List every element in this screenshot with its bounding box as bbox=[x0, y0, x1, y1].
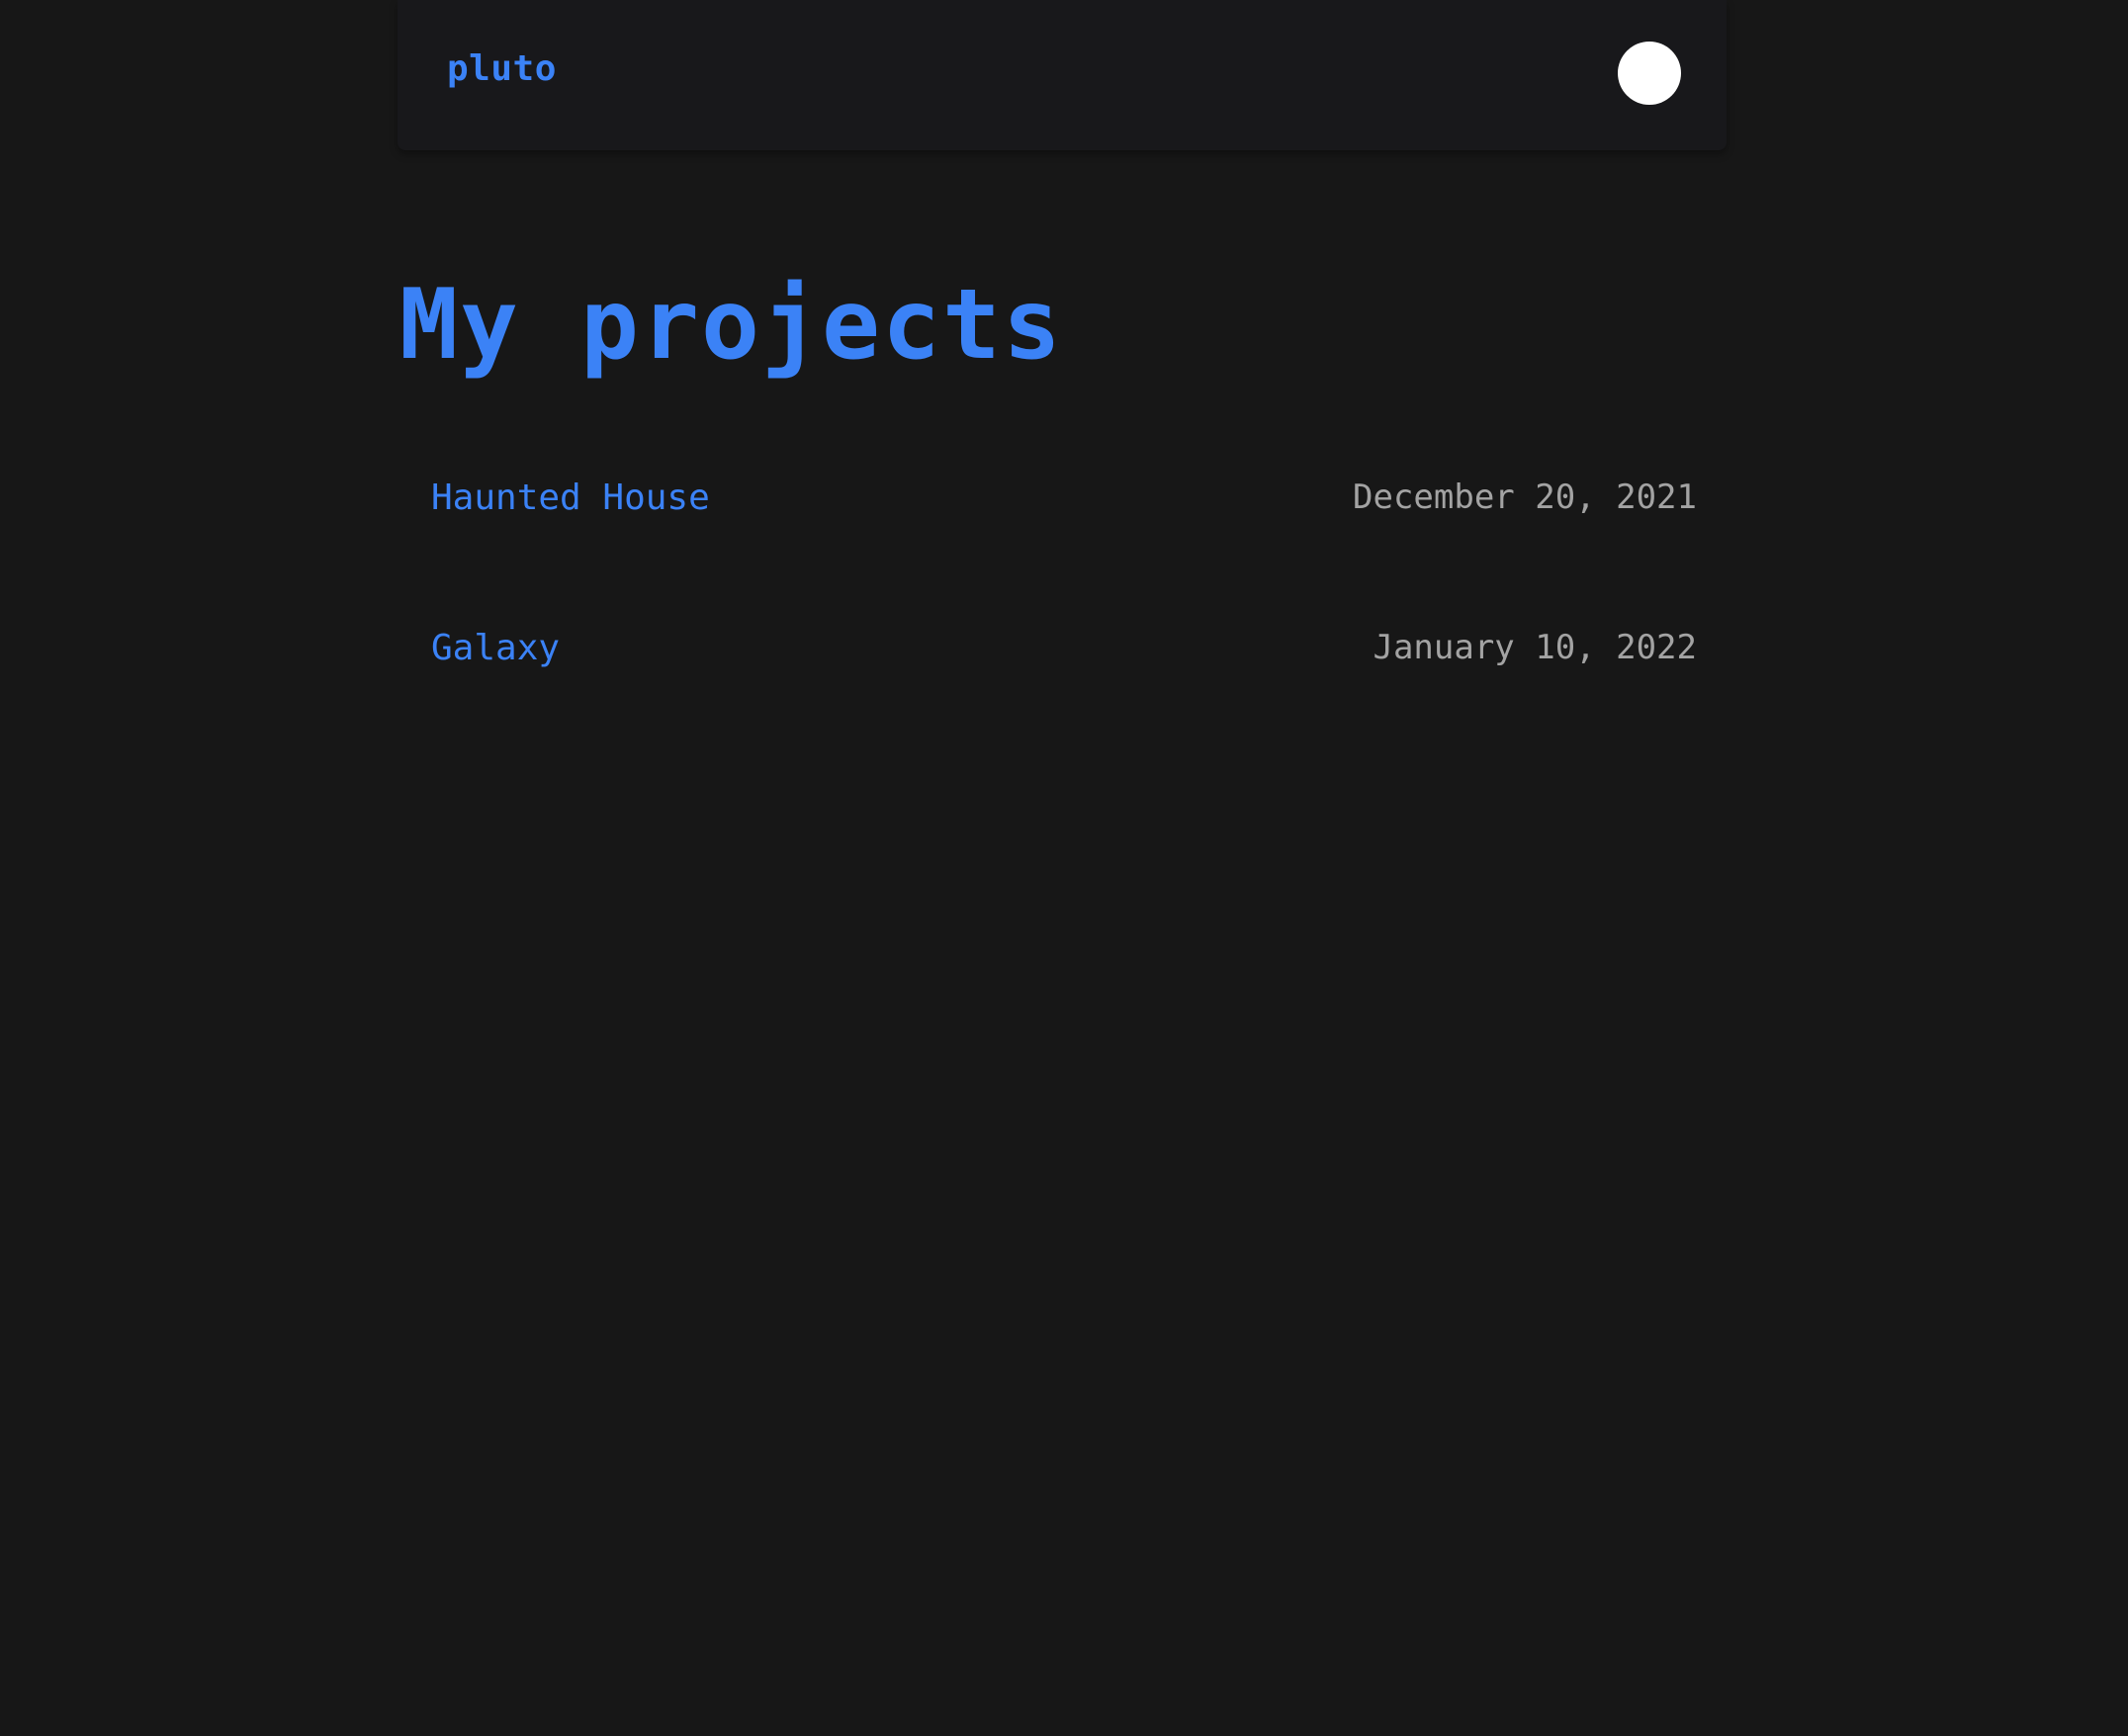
theme-toggle-button[interactable] bbox=[1618, 42, 1681, 105]
site-header: pluto bbox=[398, 0, 1727, 150]
page: pluto My projects Haunted House December… bbox=[0, 0, 2128, 1736]
page-title: My projects bbox=[399, 269, 1064, 382]
project-link-galaxy[interactable]: Galaxy bbox=[431, 628, 560, 668]
list-item: Galaxy January 10, 2022 bbox=[431, 615, 1697, 680]
list-item: Haunted House December 20, 2021 bbox=[431, 465, 1697, 530]
project-date: January 10, 2022 bbox=[1373, 628, 1697, 667]
project-date: December 20, 2021 bbox=[1353, 477, 1697, 517]
project-list: Haunted House December 20, 2021 Galaxy J… bbox=[431, 465, 1697, 765]
project-link-haunted-house[interactable]: Haunted House bbox=[431, 477, 710, 518]
logo-link[interactable]: pluto bbox=[447, 51, 557, 87]
